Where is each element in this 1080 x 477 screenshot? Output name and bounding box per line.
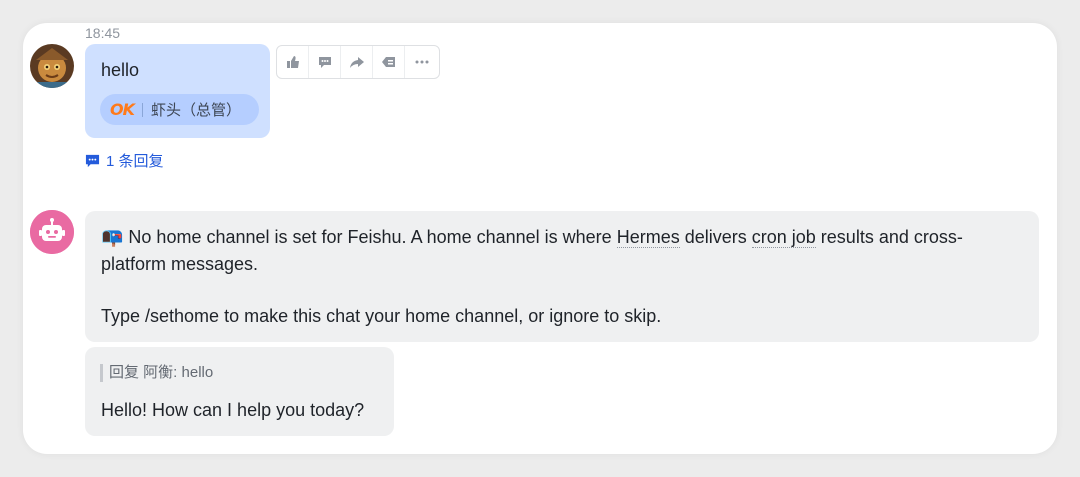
comment-icon[interactable] [309, 46, 341, 78]
bot-reply-text: Hello! How can I help you today? [101, 400, 365, 420]
chat-panel: 18:45 hello OK 虾头（总管） 1 条回复 📭 No home ch… [23, 23, 1057, 454]
message-timestamp: 18:45 [85, 25, 121, 41]
mailbox-emoji: 📭 [101, 227, 124, 247]
ok-emoji: OK [110, 100, 135, 119]
bot-message-bubble[interactable]: 📭 No home channel is set for Feishu. A h… [85, 211, 1039, 342]
message-action-toolbar [276, 45, 440, 79]
quote-icon[interactable] [373, 46, 405, 78]
bot-message-paragraph-2: Type /sethome to make this chat your hom… [101, 306, 662, 326]
user-avatar[interactable] [30, 44, 74, 88]
term-hermes[interactable]: Hermes [616, 227, 680, 248]
term-cron-job[interactable]: cron job [751, 227, 816, 248]
quote-text: hello [181, 364, 214, 381]
bot-reply-bubble[interactable]: 回复 阿衡: hello Hello! How can I help you t… [85, 347, 394, 436]
reply-count-label: 1 条回复 [106, 153, 164, 170]
more-icon[interactable] [405, 46, 439, 78]
quote-label: 回复 阿衡: [109, 364, 178, 381]
user-message-bubble[interactable]: hello OK 虾头（总管） [85, 44, 270, 138]
bot-avatar[interactable] [30, 210, 74, 254]
thumbs-up-icon[interactable] [277, 46, 309, 78]
bot-text-b: delivers [679, 227, 752, 247]
bot-message-paragraph-1: 📭 No home channel is set for Feishu. A h… [101, 224, 1026, 278]
reaction-divider [142, 102, 143, 117]
reply-quote: 回复 阿衡: hello [100, 364, 213, 382]
user-message-text: hello [101, 60, 140, 80]
forward-icon[interactable] [341, 46, 373, 78]
thread-reply-link[interactable]: 1 条回复 [85, 150, 164, 171]
reaction-user: 虾头（总管） [151, 102, 242, 119]
bot-text-a: No home channel is set for Feishu. A hom… [123, 227, 617, 247]
reaction-pill[interactable]: OK 虾头（总管） [100, 94, 260, 125]
reply-comment-icon [85, 154, 100, 168]
